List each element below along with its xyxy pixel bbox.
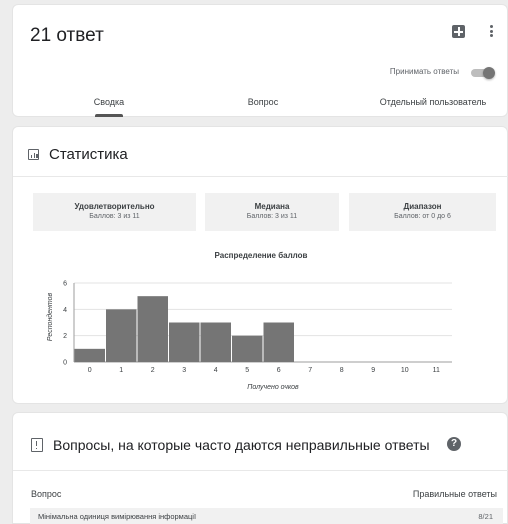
chart-y-tick-label: 4 <box>63 307 67 314</box>
chart-y-tick-label: 0 <box>63 360 67 367</box>
question-text: Мінімальна одиниця вимірювання інформаці… <box>38 512 197 521</box>
stat-median-title: Медиана <box>254 202 290 211</box>
questions-title: Вопросы, на которые часто даются неправи… <box>53 437 430 453</box>
chart-x-tick-label: 0 <box>88 367 92 374</box>
chart-title: Распределение баллов <box>214 251 308 260</box>
chart-x-tick-label: 6 <box>277 367 281 374</box>
correct-count: 8/21 <box>478 512 493 521</box>
chart-x-tick-label: 9 <box>371 367 375 374</box>
chart-x-tick-label: 10 <box>401 367 409 374</box>
chart-x-tick-label: 5 <box>245 367 249 374</box>
statistics-card: Статистика Удовлетворительно Баллов: 3 и… <box>12 126 508 404</box>
chart-bar <box>137 296 168 362</box>
stat-average-title: Удовлетворительно <box>74 202 155 211</box>
stat-average-value: Баллов: 3 из 11 <box>89 213 140 220</box>
chart-x-axis-label: Получено очков <box>247 384 299 391</box>
statistics-title: Статистика <box>49 146 128 163</box>
chart-bar <box>232 335 263 362</box>
chart-x-tick-label: 4 <box>214 367 218 374</box>
responses-title: 21 ответ <box>30 25 104 46</box>
alert-icon <box>31 438 43 452</box>
chart-x-tick-label: 1 <box>119 367 123 374</box>
stat-range-title: Диапазон <box>403 202 442 211</box>
chart-bar <box>200 322 231 362</box>
chart-y-tick-label: 6 <box>63 281 67 288</box>
stat-box-range: Диапазон Баллов: от 0 до 6 <box>349 193 496 231</box>
divider <box>13 470 508 471</box>
chart-y-tick-label: 2 <box>63 333 67 340</box>
chart-bar <box>169 322 200 362</box>
stat-median-value: Баллов: 3 из 11 <box>246 213 298 220</box>
active-tab-indicator <box>95 114 123 117</box>
spreadsheet-icon[interactable] <box>452 25 465 38</box>
responses-tabs: Сводка Вопрос Отдельный пользователь <box>13 97 508 118</box>
tab-question[interactable]: Вопрос <box>233 97 293 107</box>
chart-x-tick-label: 8 <box>340 367 344 374</box>
chart-bar <box>106 309 137 362</box>
chart-bar <box>263 322 294 362</box>
score-distribution-chart: 0 2 4 6 0 1 2 3 4 5 6 7 8 9 10 11 Респондентов Получено… <box>46 281 452 391</box>
frequently-wrong-questions-card: Вопросы, на которые часто даются неправи… <box>12 412 508 524</box>
help-icon[interactable]: ? <box>447 437 461 451</box>
chart-x-tick-label: 2 <box>151 367 155 374</box>
table-row[interactable]: Мінімальна одиниця вимірювання інформаці… <box>30 508 503 524</box>
stat-box-median: Медиана Баллов: 3 из 11 <box>205 193 339 231</box>
column-header-correct: Правильные ответы <box>412 489 497 499</box>
stat-range-value: Баллов: от 0 до 6 <box>394 213 451 220</box>
chart-x-tick-label: 11 <box>433 367 440 374</box>
bar-chart-icon <box>28 149 39 160</box>
summary-header-card: 21 ответ Принимать ответы Сводка Вопрос … <box>12 4 508 117</box>
statistics-header: Статистика <box>13 127 508 177</box>
stat-box-average: Удовлетворительно Баллов: 3 из 11 <box>33 193 196 231</box>
tab-summary[interactable]: Сводка <box>75 97 143 107</box>
tab-individual[interactable]: Отдельный пользователь <box>363 97 503 107</box>
column-header-question: Вопрос <box>31 489 62 499</box>
chart-y-axis-label: Респондентов <box>46 292 54 341</box>
accept-responses-toggle[interactable] <box>471 67 497 79</box>
chart-x-tick-label: 7 <box>308 367 312 374</box>
chart-x-tick-label: 3 <box>182 367 186 374</box>
more-options-icon[interactable] <box>487 23 495 39</box>
accept-responses-label: Принимать ответы <box>389 67 459 76</box>
chart-bar <box>74 348 105 362</box>
